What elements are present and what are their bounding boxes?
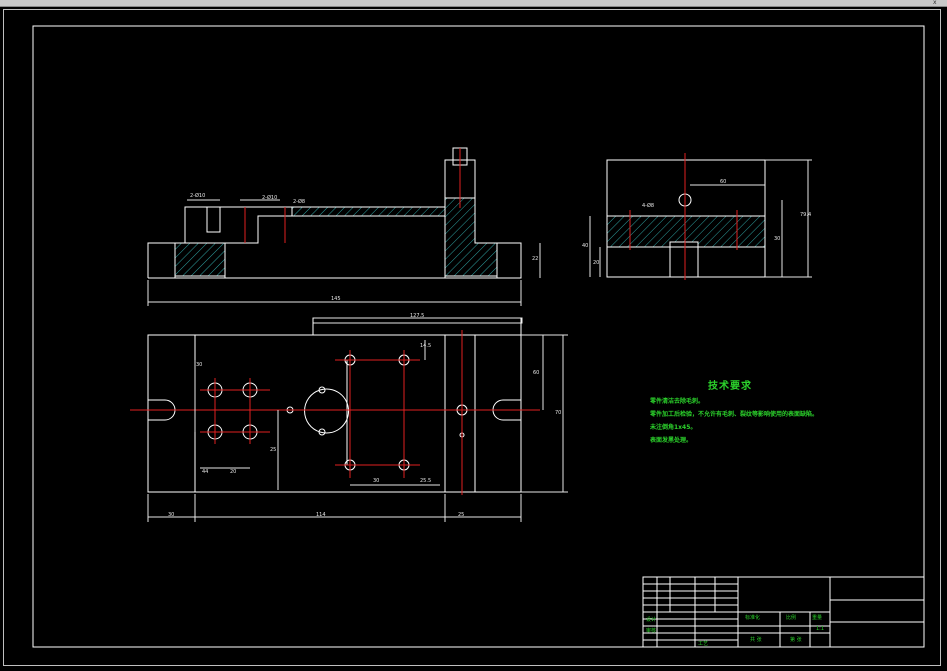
tech-line: 零件加工后检验，不允许有毛刺、裂纹等影响使用的表面缺陷。 xyxy=(650,411,819,418)
title-block-label: 共 张 xyxy=(750,637,762,643)
dim-front-hole3: 2-Ø8 xyxy=(293,199,306,205)
dim-small-a: 14.5 xyxy=(420,343,432,349)
drawing-border xyxy=(32,25,925,648)
cad-drawing-canvas[interactable] xyxy=(0,0,947,671)
dim-bottom-right: 25 xyxy=(458,512,465,518)
tech-heading: 技术要求 xyxy=(708,381,752,392)
dim-top-mid: 25 xyxy=(270,447,277,453)
title-block-label: 重量 xyxy=(812,615,823,621)
title-block-label: 第 张 xyxy=(790,637,802,643)
dim-front-height: 22 xyxy=(532,256,539,262)
dim-top-left1: 30 xyxy=(196,362,203,368)
technical-requirements: 技术要求 零件清洁去除毛刺。 零件加工后检验，不允许有毛刺、裂纹等影响使用的表面… xyxy=(650,377,818,444)
dim-top-left-inner: 44 xyxy=(202,469,209,475)
dim-top-right: 60 xyxy=(533,370,540,376)
top-arc-cutout xyxy=(304,388,350,434)
side-outline-top xyxy=(606,159,766,217)
dim-top-bottom1: 30 xyxy=(373,478,380,484)
dim-top-height: 70 xyxy=(555,410,562,416)
title-block-label: 标准化 xyxy=(745,615,761,621)
dim-bottom-mid: 114 xyxy=(316,512,326,518)
dim-side-h2: 20 xyxy=(593,260,600,266)
top-view xyxy=(130,317,568,522)
title-block-label: 比例 xyxy=(786,615,797,621)
title-block-scale: 1:1 xyxy=(816,626,825,632)
tech-line: 未注倒角1x45。 xyxy=(650,424,697,431)
front-outline xyxy=(147,242,176,279)
dim-bottom-left: 30 xyxy=(168,512,175,518)
dim-side-hole: 4-Ø8 xyxy=(642,203,655,209)
dim-front-overall: 145 xyxy=(331,296,341,302)
title-block xyxy=(642,576,925,648)
title-block-label: 设计 xyxy=(646,617,657,623)
dim-front-hole2: 2-Ø10 xyxy=(262,195,278,201)
dim-top-width: 127.5 xyxy=(410,313,425,319)
side-section-view xyxy=(589,153,812,280)
front-section-hatch xyxy=(174,197,498,277)
dim-front-hole1: 2-Ø10 xyxy=(190,193,206,199)
front-section-view xyxy=(147,147,541,306)
title-block-label: 审核 xyxy=(646,628,657,634)
title-block-label: 工艺 xyxy=(698,641,709,647)
dim-side-h1: 40 xyxy=(582,243,589,249)
dim-top-left-inner2: 20 xyxy=(230,469,237,475)
dim-side-right: 30 xyxy=(774,236,781,242)
tech-line: 表面发黑处理。 xyxy=(650,437,693,444)
dim-top-bottom2: 25.5 xyxy=(420,478,432,484)
tech-line: 零件清洁去除毛刺。 xyxy=(650,398,705,405)
dim-side-height: 79.4 xyxy=(800,212,812,218)
dim-side-width: 60 xyxy=(720,179,727,185)
front-hole-left xyxy=(206,206,221,233)
